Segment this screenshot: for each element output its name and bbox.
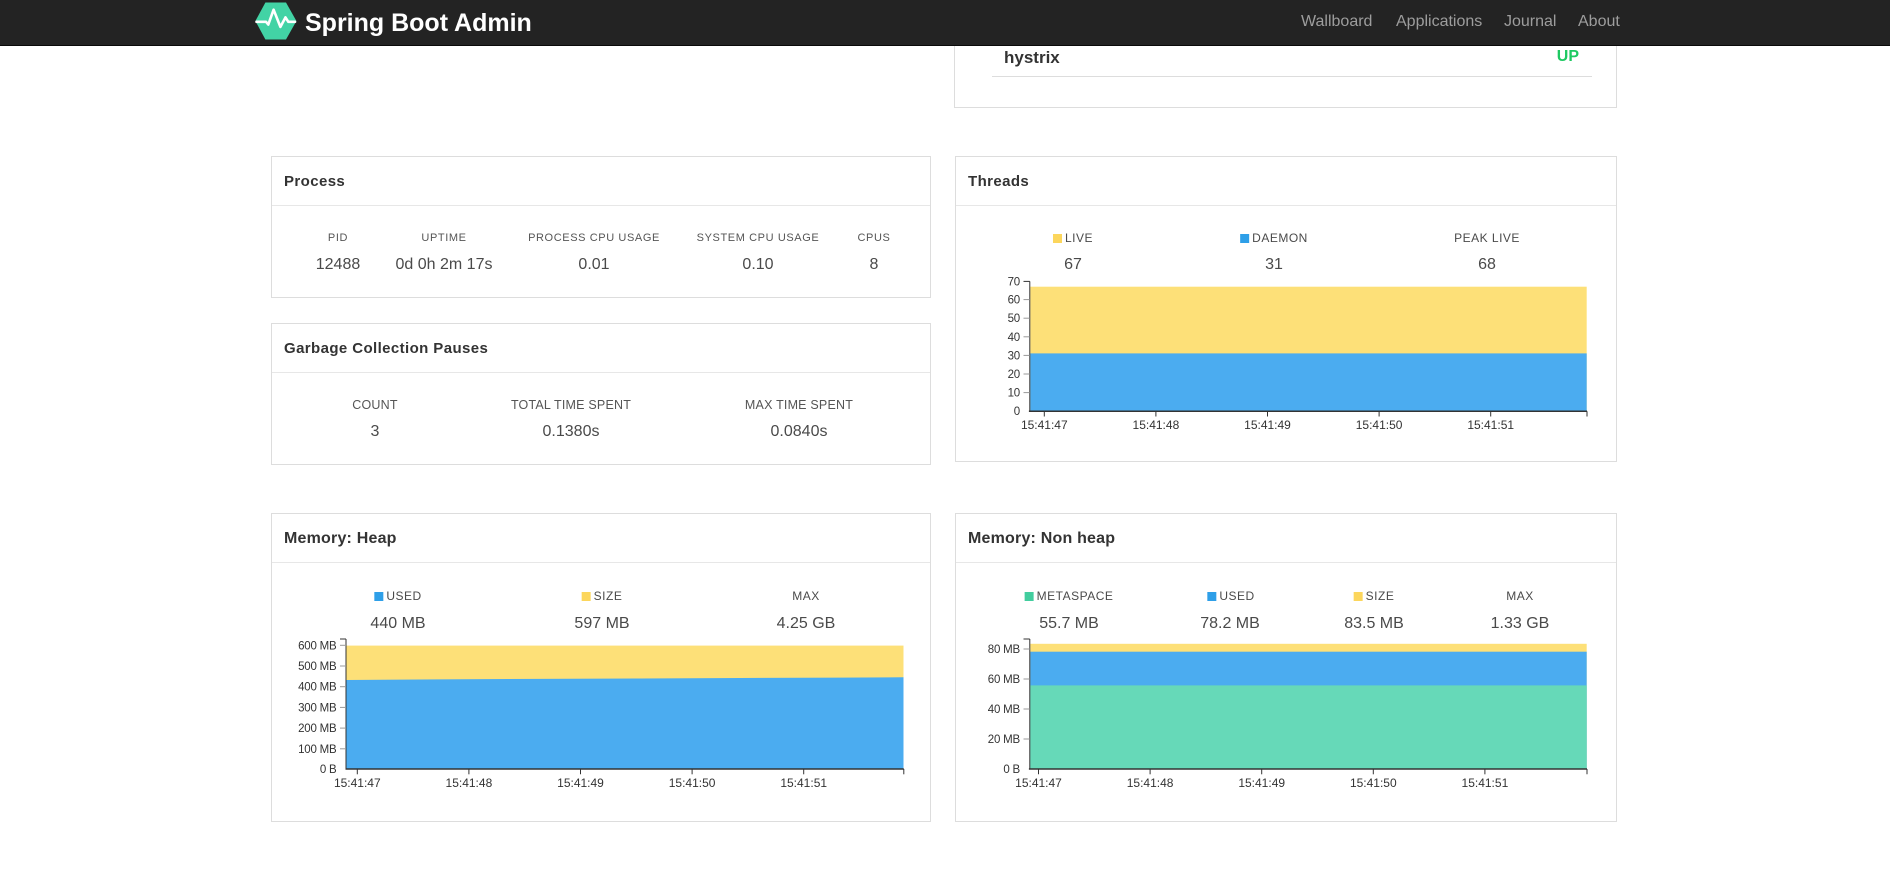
- svg-text:50: 50: [1008, 313, 1020, 325]
- svg-text:15:41:50: 15:41:50: [1356, 418, 1403, 432]
- svg-text:20 MB: 20 MB: [988, 734, 1021, 746]
- svg-text:15:41:50: 15:41:50: [669, 776, 716, 790]
- svg-text:0: 0: [1014, 406, 1020, 418]
- svg-text:15:41:51: 15:41:51: [1462, 776, 1509, 790]
- svg-text:70: 70: [1008, 276, 1020, 288]
- svg-text:15:41:48: 15:41:48: [1133, 418, 1180, 432]
- svg-text:0 B: 0 B: [320, 764, 337, 776]
- svg-text:40: 40: [1008, 332, 1020, 344]
- svg-text:60: 60: [1008, 295, 1020, 307]
- svg-text:80 MB: 80 MB: [988, 644, 1021, 656]
- svg-text:15:41:47: 15:41:47: [1021, 418, 1068, 432]
- svg-text:20: 20: [1008, 369, 1020, 381]
- svg-text:30: 30: [1008, 350, 1020, 362]
- svg-text:15:41:49: 15:41:49: [557, 776, 604, 790]
- svg-text:15:41:48: 15:41:48: [1127, 776, 1174, 790]
- svg-text:15:41:47: 15:41:47: [334, 776, 381, 790]
- svg-text:600 MB: 600 MB: [298, 640, 337, 652]
- svg-text:500 MB: 500 MB: [298, 661, 337, 673]
- svg-text:15:41:48: 15:41:48: [446, 776, 493, 790]
- svg-text:15:41:51: 15:41:51: [780, 776, 827, 790]
- svg-text:15:41:51: 15:41:51: [1467, 418, 1514, 432]
- svg-text:100 MB: 100 MB: [298, 744, 337, 756]
- svg-text:15:41:49: 15:41:49: [1238, 776, 1285, 790]
- svg-text:10: 10: [1008, 388, 1020, 400]
- svg-text:0 B: 0 B: [1003, 764, 1020, 776]
- svg-text:60 MB: 60 MB: [988, 674, 1021, 686]
- svg-text:15:41:50: 15:41:50: [1350, 776, 1397, 790]
- svg-text:15:41:49: 15:41:49: [1244, 418, 1291, 432]
- svg-text:15:41:47: 15:41:47: [1015, 776, 1062, 790]
- svg-text:40 MB: 40 MB: [988, 704, 1021, 716]
- svg-text:200 MB: 200 MB: [298, 723, 337, 735]
- svg-text:300 MB: 300 MB: [298, 702, 337, 714]
- svg-text:400 MB: 400 MB: [298, 682, 337, 694]
